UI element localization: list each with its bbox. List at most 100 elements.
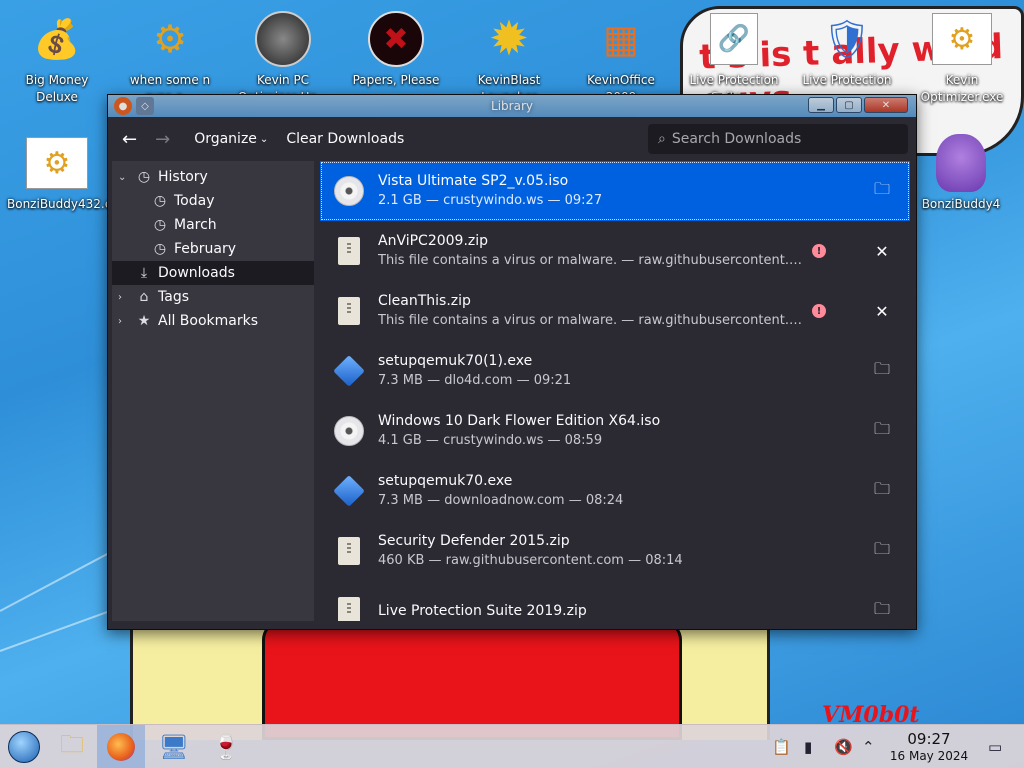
shortcut-icon: 🔗: [703, 8, 765, 70]
organize-menu[interactable]: Organize ⌄: [188, 127, 274, 151]
desktop-icon-live-protection-suite[interactable]: 🔗 Live Protection Suite ...: [684, 0, 784, 106]
clock-icon: ◷: [153, 241, 167, 257]
desktop-icon-kevin-optimizer[interactable]: ⚙ Kevin Optimizer.exe: [912, 0, 1012, 106]
remove-download-button[interactable]: ✕: [864, 293, 900, 329]
tray-battery-icon[interactable]: ▮: [804, 725, 812, 768]
taskbar-firefox[interactable]: [97, 725, 145, 768]
open-folder-button[interactable]: 🗀: [864, 533, 900, 569]
open-folder-button[interactable]: 🗀: [864, 353, 900, 389]
download-item[interactable]: CleanThis.zip This file contains a virus…: [320, 281, 910, 341]
clock-icon: ◷: [137, 169, 151, 185]
close-button[interactable]: ✕: [864, 97, 908, 113]
download-item[interactable]: Security Defender 2015.zip 460 KB — raw.…: [320, 521, 910, 581]
desktop-icon-kevinblast-launcher[interactable]: ✹ KevinBlast Launcher: [459, 0, 559, 106]
download-item[interactable]: AnViPC2009.zip This file contains a viru…: [320, 221, 910, 281]
maximize-button[interactable]: ▢: [836, 97, 862, 113]
forward-button[interactable]: →: [149, 125, 176, 154]
executable-icon: [332, 354, 366, 388]
tag-icon: ⌂: [139, 289, 149, 305]
folder-icon: 🗀: [60, 729, 84, 758]
download-item[interactable]: Vista Ultimate SP2_v.05.iso 2.1 GB — cru…: [320, 161, 910, 221]
gear-icon: ⚙: [931, 8, 993, 70]
sidebar-item-march[interactable]: ◷ March: [112, 213, 314, 237]
sidebar-item-tags[interactable]: › ⌂ Tags: [112, 285, 314, 309]
sidebar-item-february[interactable]: ◷ February: [112, 237, 314, 261]
gear-icon: ⚙: [152, 16, 188, 61]
download-item[interactable]: Live Protection Suite 2019.zip 🗀: [320, 581, 910, 621]
zip-file-icon: [332, 234, 366, 268]
taskbar-clock[interactable]: 09:27 16 May 2024: [884, 731, 974, 764]
malware-warning-icon: !: [812, 244, 826, 258]
desktop-icon-bonzibuddy432[interactable]: ⚙ BonziBuddy432.exe: [7, 124, 126, 213]
disc-image-icon: [332, 174, 366, 208]
chevron-right-icon[interactable]: ›: [118, 316, 134, 327]
clock-icon: ◷: [153, 217, 167, 233]
desktop-icon-live-protection[interactable]: 🛡 Live Protection ...: [797, 0, 897, 106]
download-name: setupqemuk70.exe: [378, 473, 513, 489]
malware-warning-icon: !: [812, 304, 826, 318]
tray-clipboard-icon[interactable]: 📋: [772, 725, 791, 768]
download-item[interactable]: setupqemuk70(1).exe 7.3 MB — dlo4d.com —…: [320, 341, 910, 401]
taskbar-file-explorer[interactable]: 🗀: [48, 725, 96, 768]
back-button[interactable]: ←: [116, 125, 143, 154]
open-folder-button[interactable]: 🗀: [864, 473, 900, 509]
library-window: ● ◇ Library ▁ ▢ ✕ ← → Organize ⌄ Clear D…: [107, 94, 917, 630]
minimize-button[interactable]: ▁: [808, 97, 834, 113]
download-meta: 460 KB — raw.githubusercontent.com — 08:…: [378, 553, 683, 568]
taskbar-control-panel[interactable]: 🖥: [150, 725, 198, 768]
clear-downloads-button[interactable]: Clear Downloads: [280, 127, 410, 151]
chevron-down-icon: ⌄: [259, 133, 269, 145]
download-meta: 7.3 MB — downloadnow.com — 08:24: [378, 493, 624, 508]
download-name: Live Protection Suite 2019.zip: [378, 603, 587, 619]
open-folder-button[interactable]: 🗀: [864, 413, 900, 449]
window-titlebar[interactable]: ● ◇ Library ▁ ▢ ✕: [108, 95, 916, 117]
purple-gorilla-icon: [930, 132, 992, 194]
office-icon: ▦: [603, 16, 639, 61]
close-icon: ✕: [875, 301, 889, 321]
tray-expand-icon[interactable]: ⌃: [862, 725, 875, 768]
sidebar-item-history[interactable]: ⌄ ◷ History: [112, 165, 314, 189]
desktop-icon-bonzibuddy4[interactable]: BonziBuddy4: [911, 124, 1011, 213]
open-folder-button[interactable]: 🗀: [864, 173, 900, 209]
executable-icon: [332, 474, 366, 508]
taskbar: 🗀 🖥 🍷 📋 ▮ 🔇 ⌃ 09:27 16 May 2024 ▭: [0, 724, 1024, 768]
search-downloads-input[interactable]: ⌕ Search Downloads: [648, 124, 908, 154]
download-icon: ⤓: [140, 265, 148, 281]
download-name: CleanThis.zip: [378, 293, 471, 309]
arrow-right-icon: →: [155, 128, 171, 150]
library-toolbar: ← → Organize ⌄ Clear Downloads ⌕ Search …: [108, 117, 916, 161]
folder-icon: 🗀: [873, 478, 890, 498]
download-meta: 2.1 GB — crustywindo.ws — 09:27: [378, 193, 603, 208]
desktop-icon-kevin-pc-optimizer[interactable]: Kevin PC Optimizer Ho...: [233, 0, 333, 106]
starburst-icon: ✹: [488, 10, 530, 67]
folder-icon: 🗀: [873, 598, 890, 618]
taskbar-wine[interactable]: 🍷: [202, 725, 250, 768]
chevron-down-icon[interactable]: ⌄: [118, 172, 134, 183]
sidebar-item-all-bookmarks[interactable]: › ★ All Bookmarks: [112, 309, 314, 333]
folder-icon: 🗀: [873, 538, 890, 558]
download-item[interactable]: Windows 10 Dark Flower Edition X64.iso 4…: [320, 401, 910, 461]
close-icon: ✕: [875, 241, 889, 261]
zip-file-icon: [332, 294, 366, 328]
chevron-right-icon[interactable]: ›: [118, 292, 134, 303]
show-desktop-icon[interactable]: ▭: [988, 725, 1002, 768]
library-sidebar: ⌄ ◷ History ◷ Today ◷ March ◷ February ⤓…: [112, 161, 314, 621]
open-folder-button[interactable]: 🗀: [864, 593, 900, 621]
money-bag-icon: 💰: [33, 16, 81, 61]
folder-icon: 🗀: [873, 358, 890, 378]
gauge-icon: [252, 8, 314, 70]
download-name: AnViPC2009.zip: [378, 233, 489, 249]
tray-volume-muted-icon[interactable]: 🔇: [834, 725, 853, 768]
zip-file-icon: [332, 534, 366, 568]
download-meta: 4.1 GB — crustywindo.ws — 08:59: [378, 433, 603, 448]
sidebar-item-today[interactable]: ◷ Today: [112, 189, 314, 213]
desktop-icon-big-money-deluxe[interactable]: 💰 Big Money Deluxe: [7, 0, 107, 106]
sidebar-item-downloads[interactable]: ⤓ Downloads: [112, 261, 314, 285]
wine-glass-icon: 🍷: [211, 733, 241, 761]
remove-download-button[interactable]: ✕: [864, 233, 900, 269]
start-button[interactable]: [0, 725, 48, 768]
desktop-icon-when-some[interactable]: ⚙ when some n runs a...: [120, 0, 220, 106]
download-item[interactable]: setupqemuk70.exe 7.3 MB — downloadnow.co…: [320, 461, 910, 521]
desktop-icon-papers-please[interactable]: ✖ Papers, Please: [346, 0, 446, 89]
desktop-icon-kevinoffice-2009[interactable]: ▦ KevinOffice 2009: [571, 0, 671, 106]
